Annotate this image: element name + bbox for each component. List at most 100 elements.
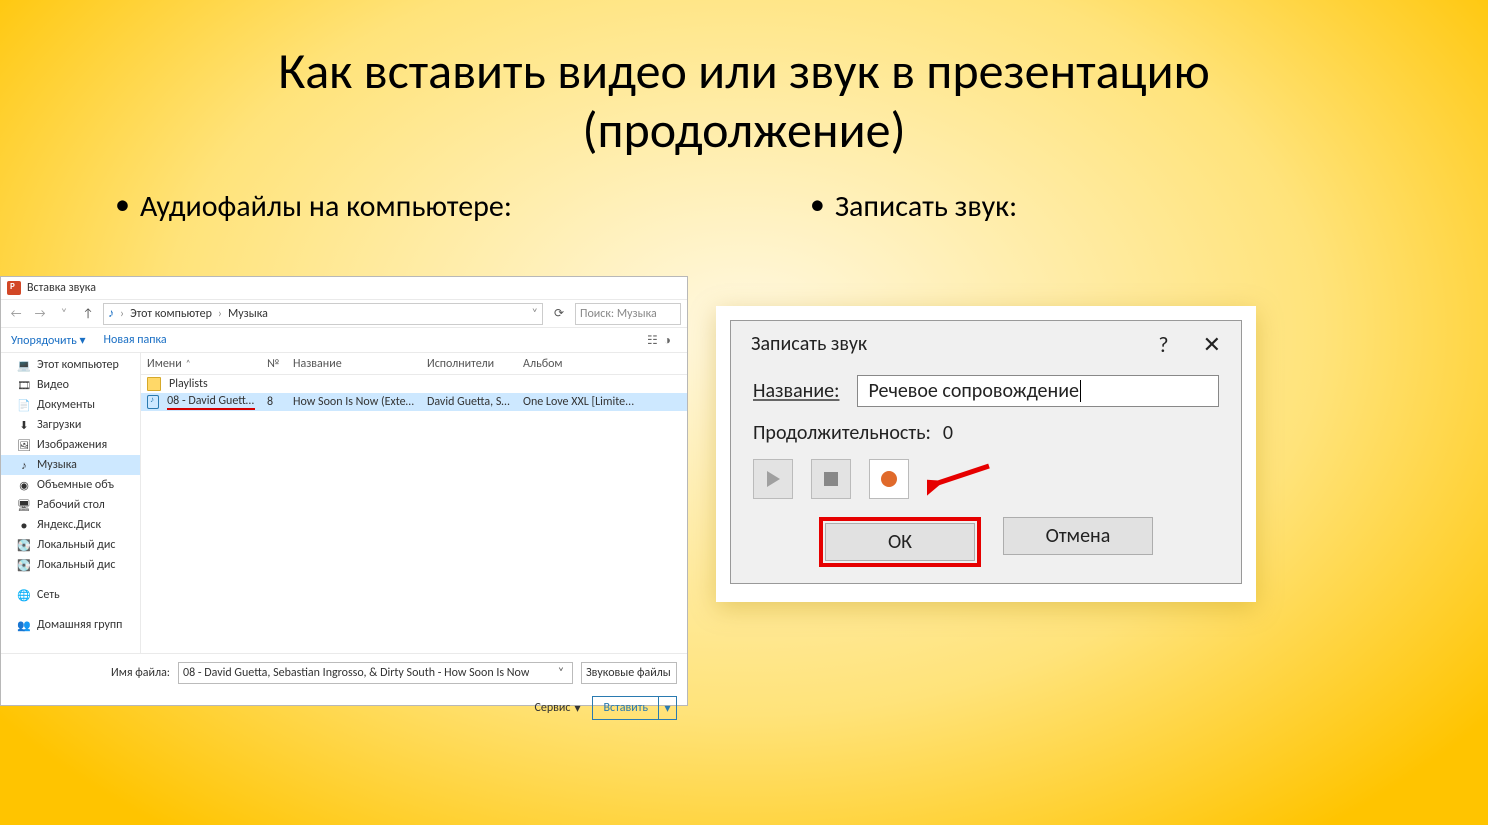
sidebar-icon: 👥 xyxy=(17,618,31,632)
dialog-titlebar: Вставка звука xyxy=(1,277,687,299)
sidebar-documents[interactable]: 📄 Документы xyxy=(1,395,140,415)
dialog-footer: Имя файла: 08 - David Guetta, Sebastian … xyxy=(1,653,687,728)
sidebar-videos[interactable]: 🎞 Видео xyxy=(1,375,140,395)
sidebar-label: Музыка xyxy=(37,458,77,472)
help-button[interactable]: ◑ xyxy=(664,333,671,348)
bullet-left: Аудиофайлы на компьютере: xyxy=(115,188,512,225)
powerpoint-icon xyxy=(7,281,21,295)
play-button[interactable] xyxy=(753,459,793,499)
filename-input[interactable]: 08 - David Guetta, Sebastian Ingrosso, &… xyxy=(178,662,573,684)
name-label: Название: xyxy=(753,379,839,403)
view-options-button[interactable]: ☷ xyxy=(647,333,658,348)
address-bar[interactable]: ♪ › Этот компьютер › Музыка ˅ xyxy=(103,303,543,325)
sidebar-music[interactable]: ♪ Музыка xyxy=(1,455,140,475)
file-type-filter[interactable]: Звуковые файлы xyxy=(581,662,677,684)
sidebar-yadisk[interactable]: ●Яндекс.Диск xyxy=(1,515,140,535)
tools-menu[interactable]: Сервис ▾ xyxy=(534,701,580,716)
chevron-right-icon: › xyxy=(218,307,222,321)
file-open-dialog: Вставка звука ← → ˅ ↑ ♪ › Этот компьютер… xyxy=(0,276,688,706)
sidebar-localdisk1[interactable]: 💽 Локальный дис xyxy=(1,535,140,555)
ok-highlight: ОК xyxy=(819,517,981,567)
sidebar-label: Сеть xyxy=(37,588,60,602)
slide-title-line1: Как вставить видео или звук в презентаци… xyxy=(0,42,1488,101)
file-artist: David Guetta, Seb... xyxy=(421,395,517,409)
nav-up-button[interactable]: ↑ xyxy=(79,305,97,323)
sidebar-label: Документы xyxy=(37,398,95,412)
audio-file-icon xyxy=(147,395,159,409)
duration-value: 0 xyxy=(943,421,953,445)
sidebar-label: Загрузки xyxy=(37,418,81,432)
file-list: Имени˄ № Название Исполнители Альбом Pla… xyxy=(141,353,687,653)
nav-recent-dropdown[interactable]: ˅ xyxy=(55,305,73,323)
col-title[interactable]: Название xyxy=(287,357,421,371)
sidebar-icon: 💽 xyxy=(17,538,31,552)
help-button[interactable]: ? xyxy=(1158,331,1168,358)
sidebar-label: Локальный дис xyxy=(37,538,115,552)
bullet-row: Аудиофайлы на компьютере: Записать звук: xyxy=(0,160,1488,225)
file-track-number: 8 xyxy=(261,395,287,409)
stop-button[interactable] xyxy=(811,459,851,499)
record-button[interactable] xyxy=(869,459,909,499)
bullet-right: Записать звук: xyxy=(810,188,1017,225)
sidebar-label: Домашняя групп xyxy=(37,618,122,632)
sidebar-label: Видео xyxy=(37,378,69,392)
filename-label: Имя файла: xyxy=(111,666,170,680)
sidebar-icon: 🖥 xyxy=(17,498,31,512)
sidebar-icon: ⬇ xyxy=(17,418,31,432)
insert-dropdown[interactable]: ▾ xyxy=(658,697,676,719)
sidebar-label: Локальный дис xyxy=(37,558,115,572)
file-row[interactable]: Playlists xyxy=(141,375,687,393)
sidebar-icon: 📄 xyxy=(17,398,31,412)
file-name: Playlists xyxy=(169,377,208,391)
new-folder-button[interactable]: Новая папка xyxy=(104,333,167,348)
sidebar-downloads[interactable]: ⬇ Загрузки xyxy=(1,415,140,435)
address-dropdown[interactable]: ˅ xyxy=(532,307,538,321)
sidebar-icon: ● xyxy=(17,518,31,532)
sidebar-label: Этот компьютер xyxy=(37,358,119,372)
col-album[interactable]: Альбом xyxy=(517,357,687,371)
file-row[interactable]: 08 - David Guetta, S... 8How Soon Is Now … xyxy=(141,393,687,411)
sidebar-icon: 💻 xyxy=(17,358,31,372)
filename-dropdown-icon[interactable]: ˅ xyxy=(554,666,568,680)
record-sound-dialog: Записать звук ? ✕ Название: Речевое сопр… xyxy=(730,320,1242,584)
sidebar-network[interactable]: 🌐 Сеть xyxy=(1,585,140,605)
search-input[interactable]: Поиск: Музыка xyxy=(575,303,681,325)
dropdown-icon: ▾ xyxy=(574,701,580,716)
sidebar-icon: 💽 xyxy=(17,558,31,572)
nav-back-button[interactable]: ← xyxy=(7,305,25,323)
ok-button[interactable]: ОК xyxy=(825,523,975,561)
sidebar-localdisk2[interactable]: 💽 Локальный дис xyxy=(1,555,140,575)
insert-button[interactable]: Вставить ▾ xyxy=(592,696,677,720)
sidebar-desktop[interactable]: 🖥Рабочий стол xyxy=(1,495,140,515)
sidebar-icon: 🎞 xyxy=(17,378,31,392)
name-input[interactable]: Речевое сопровождение xyxy=(857,375,1219,407)
duration-label: Продолжительность: xyxy=(753,421,931,445)
col-artist[interactable]: Исполнители xyxy=(421,357,517,371)
sidebar-this-pc[interactable]: 💻 Этот компьютер xyxy=(1,355,140,375)
nav-row: ← → ˅ ↑ ♪ › Этот компьютер › Музыка ˅ ⟳ … xyxy=(1,299,687,327)
file-name: 08 - David Guetta, S... xyxy=(167,394,255,410)
dropdown-icon: ▾ xyxy=(80,334,86,348)
file-title: How Soon Is Now (Extend... xyxy=(287,395,421,409)
sidebar-icon: 🌐 xyxy=(17,588,31,602)
sidebar-homegroup[interactable]: 👥 Домашняя групп xyxy=(1,615,140,635)
refresh-button[interactable]: ⟳ xyxy=(549,306,569,321)
slide-title: Как вставить видео или звук в презентаци… xyxy=(0,0,1488,160)
sidebar-3d[interactable]: ◉Объемные объ xyxy=(1,475,140,495)
record-title-text: Записать звук xyxy=(751,332,867,356)
sidebar-label: Изображения xyxy=(37,438,107,452)
nav-forward-button[interactable]: → xyxy=(31,305,49,323)
sidebar-icon: ◉ xyxy=(17,478,31,492)
close-button[interactable]: ✕ xyxy=(1203,331,1221,358)
file-album: One Love XXL [Limite... xyxy=(517,395,687,409)
sidebar-icon: ♪ xyxy=(17,458,31,472)
dialog-toolbar: Упорядочить ▾ Новая папка ☷ ◑ xyxy=(1,327,687,353)
col-number[interactable]: № xyxy=(261,357,287,371)
sidebar-pictures[interactable]: 🖼Изображения xyxy=(1,435,140,455)
breadcrumb-root[interactable]: Этот компьютер xyxy=(130,307,212,321)
col-name[interactable]: Имени˄ xyxy=(141,357,261,371)
cancel-button[interactable]: Отмена xyxy=(1003,517,1153,555)
column-headers: Имени˄ № Название Исполнители Альбом xyxy=(141,353,687,375)
organize-menu[interactable]: Упорядочить ▾ xyxy=(11,333,86,348)
breadcrumb-folder[interactable]: Музыка xyxy=(228,307,268,321)
